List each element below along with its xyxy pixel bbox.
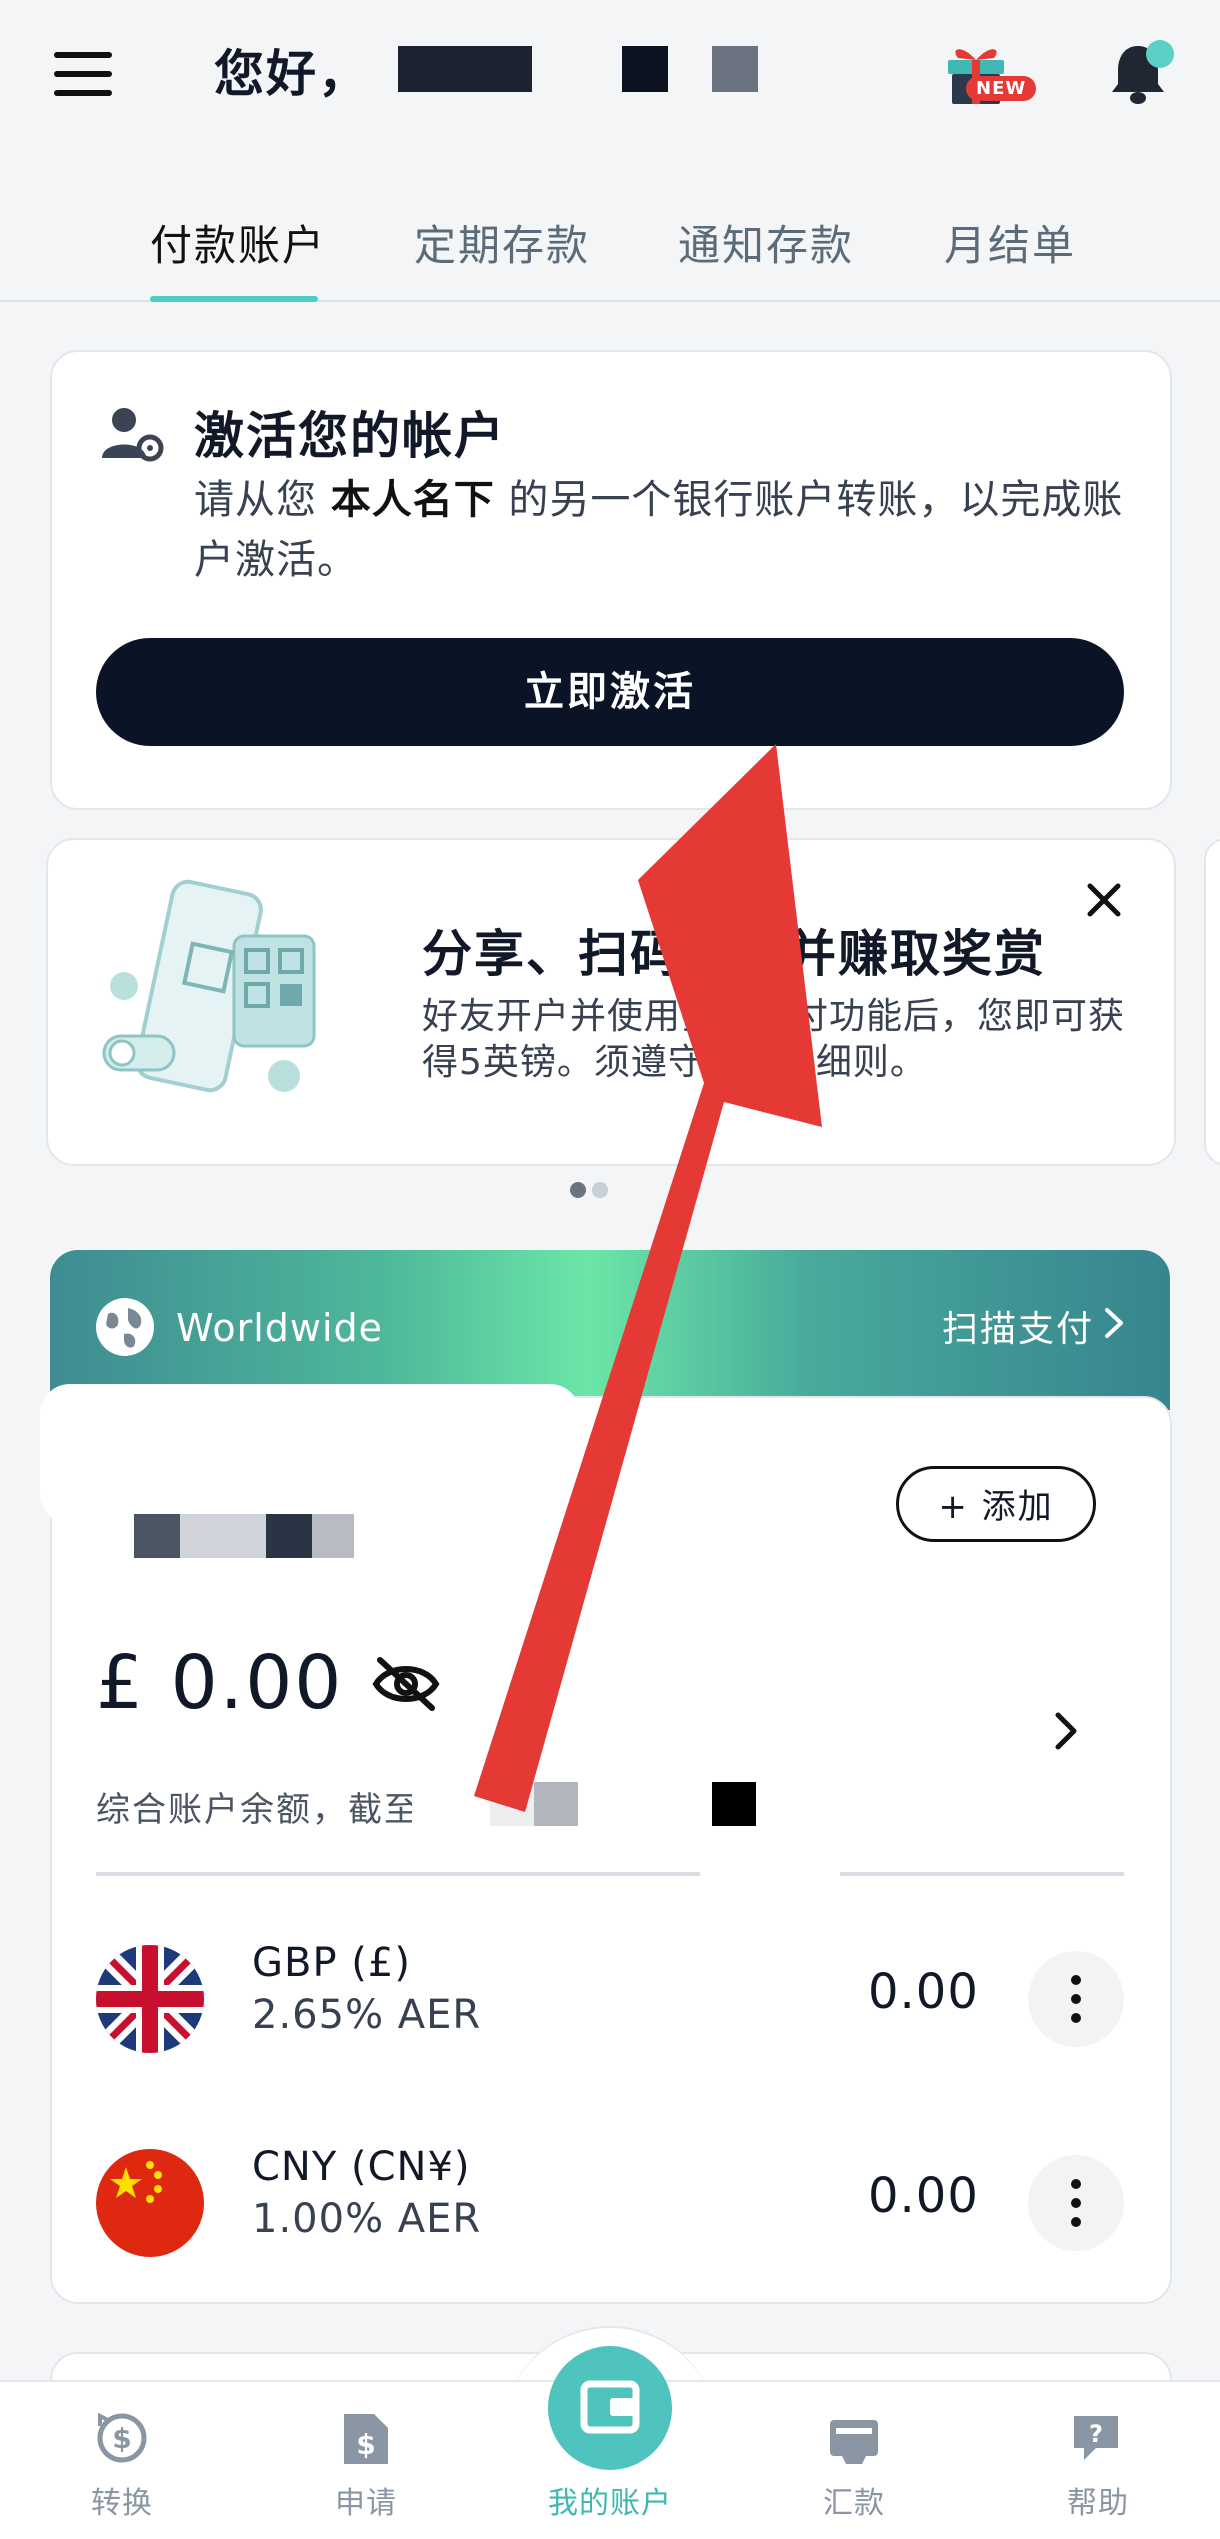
more-options-icon[interactable] (1028, 2155, 1124, 2251)
tab-notice-deposit[interactable]: 通知存款 (678, 212, 854, 273)
account-tabs: 付款账户 定期存款 通知存款 月结单 (0, 196, 1220, 302)
eye-off-icon[interactable] (370, 1654, 442, 1714)
currency-row-gbp[interactable]: GBP (£) 2.65% AER 0.00 (50, 1920, 1170, 2070)
currency-row-cny[interactable]: CNY (CN¥) 1.00% AER 0.00 (50, 2124, 1170, 2274)
scan-pay-link[interactable]: 扫描支付 (942, 1300, 1094, 1352)
redacted-name-block (398, 46, 532, 92)
exchange-icon: $ (97, 2412, 147, 2463)
redacted-date (534, 1782, 578, 1826)
nav-remit[interactable]: 汇款 (774, 2406, 934, 2522)
activate-title: 激活您的帐户 (194, 407, 506, 465)
balance-caption: 综合账户余额，截至 (96, 1790, 420, 1830)
new-badge: NEW (966, 76, 1037, 101)
nav-apply[interactable]: $ 申请 (286, 2406, 446, 2522)
globe-icon (96, 1298, 154, 1356)
redacted-name-block (712, 46, 758, 92)
tab-payment-account[interactable]: 付款账户 (150, 212, 326, 273)
apply-icon: $ (344, 2414, 388, 2464)
more-options-icon[interactable] (1028, 1951, 1124, 2047)
promo-card-next-peek[interactable] (1204, 838, 1220, 1166)
carousel-dot[interactable] (592, 1182, 608, 1198)
redacted-account-number (312, 1514, 354, 1558)
currency-rate: 2.65% AER (252, 1992, 482, 2038)
worldwide-label: Worldwide (176, 1306, 384, 1350)
uk-flag-icon (96, 1945, 204, 2053)
tab-fixed-deposit[interactable]: 定期存款 (414, 212, 590, 273)
redacted-name-block (622, 46, 668, 92)
nav-label: 申请 (335, 2486, 397, 2521)
currency-name: GBP (£) (252, 1940, 411, 1986)
greeting-text: 您好， (214, 45, 370, 103)
redacted-date (490, 1782, 534, 1826)
redacted-account-number (134, 1514, 180, 1558)
chevron-right-icon[interactable] (1052, 1710, 1080, 1752)
remit-icon (830, 2420, 878, 2464)
nav-label: 帮助 (1067, 2486, 1129, 2521)
user-settings-icon (102, 408, 164, 462)
redacted-account-number (180, 1514, 266, 1558)
svg-text:$: $ (112, 2422, 131, 2455)
help-icon: ? (1074, 2416, 1118, 2460)
active-tab-indicator (150, 296, 318, 302)
chevron-right-icon[interactable] (1102, 1306, 1126, 1340)
currency-rate: 1.00% AER (252, 2196, 482, 2242)
nav-exchange[interactable]: $ 转换 (42, 2406, 202, 2522)
menu-icon[interactable] (54, 52, 114, 96)
header: 您好， (0, 0, 1220, 140)
close-icon[interactable] (1082, 878, 1126, 922)
svg-text:?: ? (1089, 2420, 1103, 2448)
activate-description: 请从您 本人名下 的另一个银行账户转账，以完成账户激活。 (194, 477, 1124, 583)
redacted-account-number (266, 1514, 312, 1558)
tab-monthly-statement[interactable]: 月结单 (944, 212, 1076, 273)
qr-phone-illustration (102, 879, 316, 1093)
currency-amount: 0.00 (868, 2168, 979, 2224)
currency-amount: 0.00 (868, 1964, 979, 2020)
promo-description: 好友开户并使用扫码支付功能后，您即可获得5英镑。须遵守条款及细则。 (422, 996, 1126, 1083)
nav-label: 我的账户 (548, 2486, 672, 2521)
carousel-dots (570, 1182, 614, 1202)
china-flag-icon (96, 2149, 204, 2257)
svg-text:$: $ (356, 2428, 375, 2461)
redacted-account-name (40, 1384, 580, 1524)
wallet-icon (580, 2380, 640, 2434)
redacted-date (712, 1782, 756, 1826)
divider (96, 1872, 1124, 1876)
total-balance: £ 0.00 (96, 1640, 344, 1726)
nav-label: 转换 (91, 2486, 153, 2521)
activate-now-button[interactable]: 立即激活 (96, 638, 1124, 746)
nav-help[interactable]: ? 帮助 (1018, 2406, 1178, 2522)
notification-dot (1146, 40, 1174, 68)
currency-name: CNY (CN¥) (252, 2144, 471, 2190)
promo-title: 分享、扫码支付并赚取奖赏 (422, 925, 1046, 983)
carousel-dot-active[interactable] (570, 1182, 586, 1198)
nav-my-accounts[interactable] (548, 2346, 672, 2470)
nav-label: 汇款 (823, 2486, 885, 2521)
redacted-divider-gap (700, 1866, 840, 1882)
add-currency-button[interactable]: + 添加 (896, 1466, 1096, 1542)
